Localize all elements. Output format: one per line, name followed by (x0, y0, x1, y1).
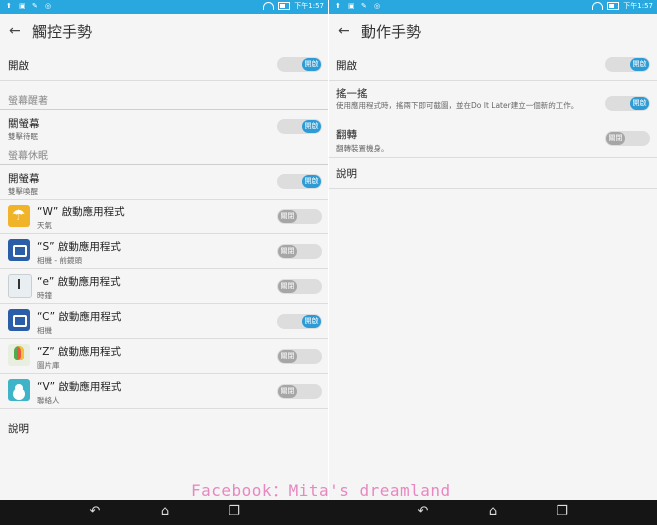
gesture-app: 相機 - 前鏡頭 (37, 256, 82, 265)
contacts-icon (8, 379, 30, 401)
page-title: 動作手勢 (361, 22, 422, 41)
screenshot-icon: ▣ (19, 2, 26, 10)
page-title: 觸控手勢 (32, 22, 93, 41)
shake-sub: 使用應用程式時，搖兩下即可截圖，並在Do It Later建立一個新的工作。 (336, 101, 579, 110)
gesture-label: “S” 啟動應用程式 (37, 241, 121, 253)
flip-sub: 翻轉裝置機身。 (336, 144, 389, 153)
gesture-label: “V” 啟動應用程式 (37, 381, 122, 393)
gesture-app: 天氣 (37, 221, 52, 230)
back-arrow-icon[interactable]: ← (338, 24, 350, 38)
app-icon: ◎ (374, 2, 381, 10)
gesture-c-toggle[interactable]: 開啟 (277, 314, 322, 329)
status-time: 下午1:57 (294, 2, 324, 10)
gesture-w-toggle[interactable]: 關閉 (277, 209, 322, 224)
wifi-icon (263, 2, 275, 10)
status-bar: ⬆ ▣ ✎ ◎ 下午1:57 (0, 0, 328, 14)
gesture-app: 時鐘 (37, 291, 52, 300)
screenshot-icon: ▣ (348, 2, 355, 10)
master-switch-row[interactable]: 開啟 開啟 (329, 48, 657, 81)
open-screen-label: 開螢幕 (8, 173, 40, 185)
gallery-icon (8, 344, 30, 366)
close-screen-sub: 雙擊待眠 (8, 132, 38, 141)
close-screen-label: 關螢幕 (8, 118, 40, 130)
watermark-text: Facebook：Mita's dreamland (191, 481, 451, 500)
download-icon: ⬆ (6, 2, 12, 10)
gesture-app: 聯絡人 (37, 396, 60, 405)
help-label: 說明 (8, 423, 29, 435)
app-bar: ← 動作手勢 (329, 14, 657, 48)
section-header-screen-on: 螢幕醒著 (0, 89, 328, 110)
open-screen-toggle[interactable]: 開啟 (277, 174, 322, 189)
gesture-row-v[interactable]: “V” 啟動應用程式 聯絡人 關閉 (0, 374, 328, 409)
status-bar: ⬆ ▣ ✎ ◎ 下午1:57 (329, 0, 657, 14)
gesture-app: 圖片庫 (37, 361, 60, 370)
gesture-label: “e” 啟動應用程式 (37, 276, 121, 288)
gesture-row-e[interactable]: “e” 啟動應用程式 時鐘 關閉 (0, 269, 328, 304)
open-screen-row[interactable]: 開螢幕 雙擊喚醒 開啟 (0, 165, 328, 200)
help-label: 說明 (336, 168, 357, 180)
section-header-screen-off: 螢幕休眠 (0, 144, 328, 165)
gesture-row-s[interactable]: “S” 啟動應用程式 相機 - 前鏡頭 關閉 (0, 234, 328, 269)
recents-nav-icon[interactable]: ❐ (227, 505, 241, 518)
close-screen-row[interactable]: 關螢幕 雙擊待眠 開啟 (0, 110, 328, 144)
flip-row[interactable]: 翻轉 翻轉裝置機身。 關閉 (329, 125, 657, 158)
gesture-label: “W” 啟動應用程式 (37, 206, 125, 218)
navigation-bar: ↶ ⌂ ❐ ↶ ⌂ ❐ (0, 500, 657, 525)
master-switch-label: 開啟 (8, 60, 29, 72)
open-screen-sub: 雙擊喚醒 (8, 187, 38, 196)
shake-row[interactable]: 搖一搖 使用應用程式時，搖兩下即可截圖，並在Do It Later建立一個新的工… (329, 81, 657, 125)
gesture-z-toggle[interactable]: 關閉 (277, 349, 322, 364)
gesture-row-z[interactable]: “Z” 啟動應用程式 圖片庫 關閉 (0, 339, 328, 374)
touch-gesture-screen: ⬆ ▣ ✎ ◎ 下午1:57 ← 觸控手勢 開啟 開啟 螢幕醒著 關螢幕 雙擊待… (0, 0, 328, 500)
download-icon: ⬆ (335, 2, 341, 10)
back-nav-icon[interactable]: ↶ (88, 505, 102, 518)
gesture-row-c[interactable]: “C” 啟動應用程式 相機 開啟 (0, 304, 328, 339)
motion-gesture-screen: ⬆ ▣ ✎ ◎ 下午1:57 ← 動作手勢 開啟 開啟 搖一搖 使用應用程式時，… (329, 0, 657, 500)
camera-icon (8, 309, 30, 331)
gesture-v-toggle[interactable]: 關閉 (277, 384, 322, 399)
home-nav-icon[interactable]: ⌂ (486, 505, 500, 518)
gesture-e-toggle[interactable]: 關閉 (277, 279, 322, 294)
battery-icon (278, 2, 291, 10)
tool-icon: ✎ (32, 2, 38, 10)
back-arrow-icon[interactable]: ← (9, 24, 21, 38)
gesture-label: “Z” 啟動應用程式 (37, 346, 122, 358)
camera-icon (8, 239, 30, 261)
tool-icon: ✎ (361, 2, 367, 10)
app-bar: ← 觸控手勢 (0, 14, 328, 48)
battery-icon (607, 2, 620, 10)
status-time: 下午1:57 (623, 2, 653, 10)
close-screen-toggle[interactable]: 開啟 (277, 119, 322, 134)
help-row[interactable]: 說明 (0, 409, 328, 443)
weather-icon (8, 205, 30, 227)
master-toggle[interactable]: 開啟 (605, 57, 650, 72)
gesture-row-w[interactable]: “W” 啟動應用程式 天氣 關閉 (0, 200, 328, 234)
home-nav-icon[interactable]: ⌂ (158, 505, 172, 518)
clock-icon (8, 274, 32, 298)
master-toggle[interactable]: 開啟 (277, 57, 322, 72)
shake-toggle[interactable]: 開啟 (605, 96, 650, 111)
shake-label: 搖一搖 (336, 88, 368, 100)
back-nav-icon[interactable]: ↶ (416, 505, 430, 518)
help-row[interactable]: 說明 (329, 158, 657, 189)
recents-nav-icon[interactable]: ❐ (555, 505, 569, 518)
gesture-label: “C” 啟動應用程式 (37, 311, 122, 323)
flip-label: 翻轉 (336, 129, 357, 141)
app-icon: ◎ (45, 2, 52, 10)
flip-toggle[interactable]: 關閉 (605, 131, 650, 146)
master-switch-row[interactable]: 開啟 開啟 (0, 48, 328, 81)
gesture-app: 相機 (37, 326, 52, 335)
gesture-s-toggle[interactable]: 關閉 (277, 244, 322, 259)
master-switch-label: 開啟 (336, 60, 357, 72)
wifi-icon (592, 2, 604, 10)
